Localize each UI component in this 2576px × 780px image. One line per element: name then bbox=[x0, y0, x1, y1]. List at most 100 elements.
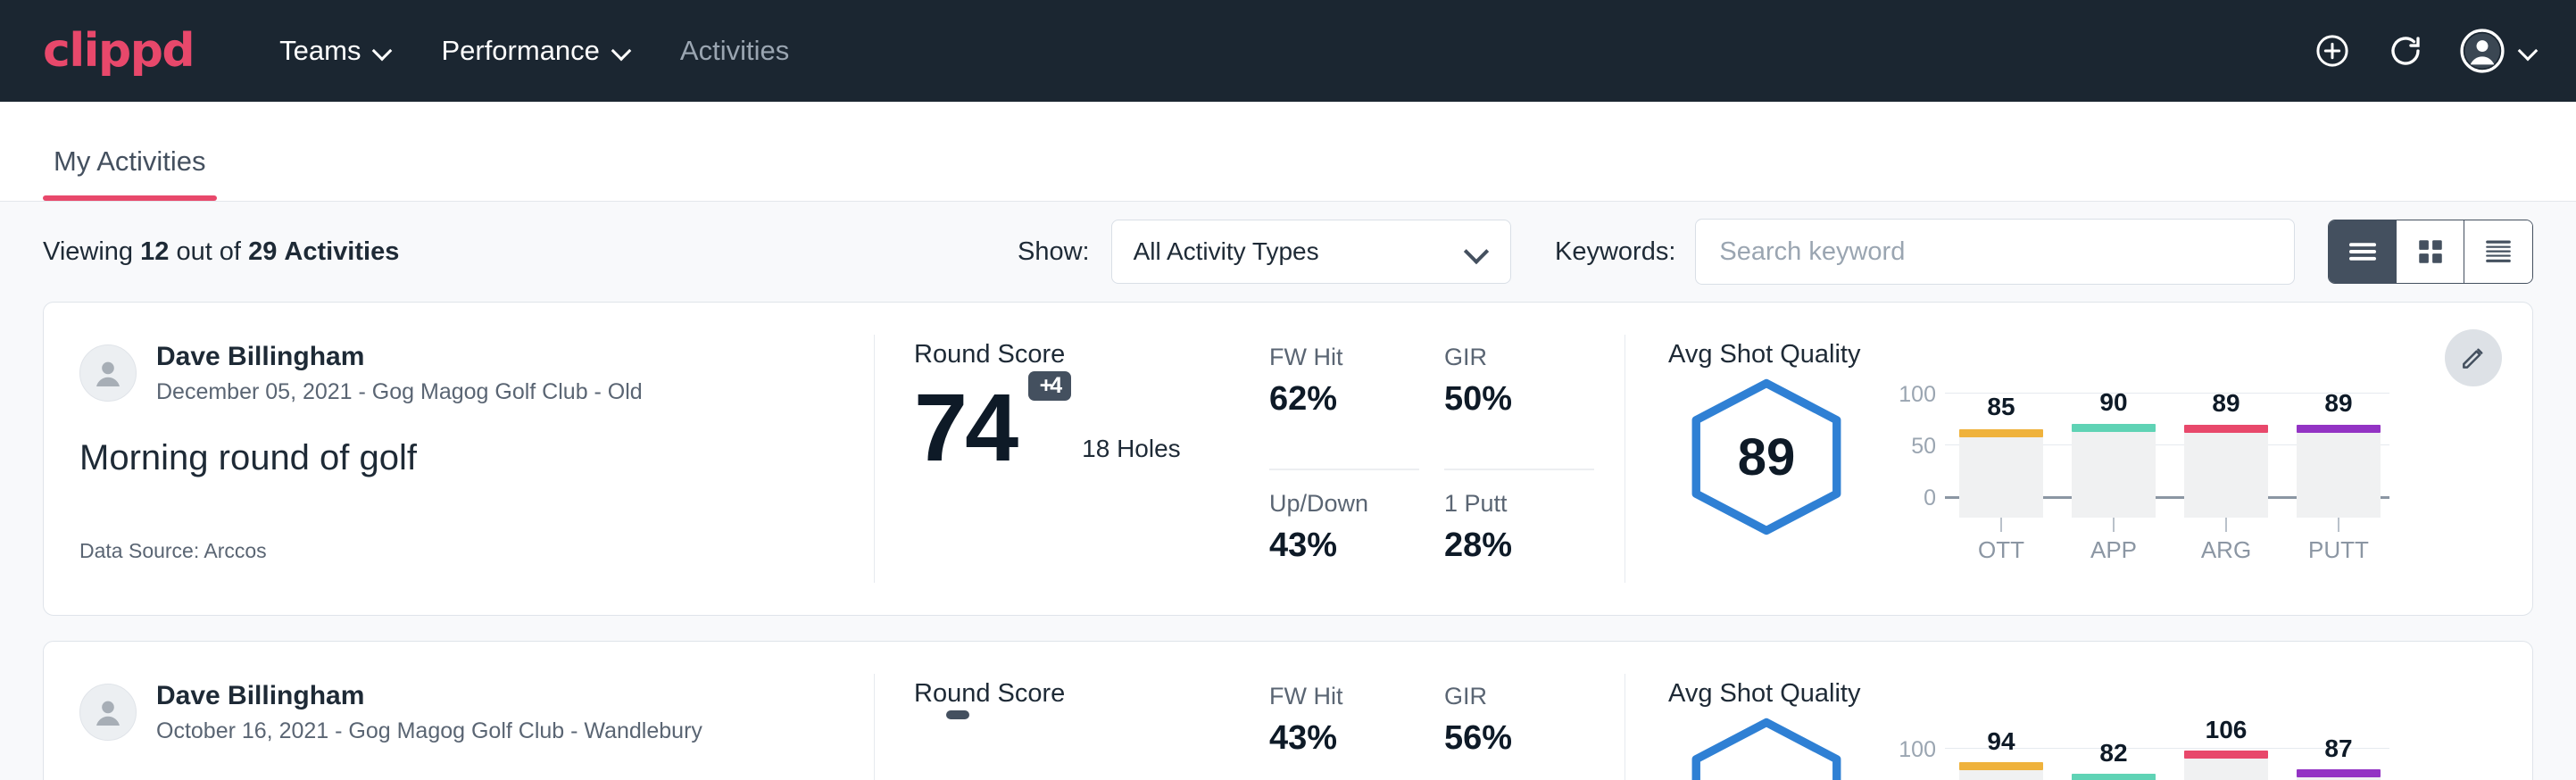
person-icon bbox=[89, 693, 127, 731]
shot-quality-column: Avg Shot Quality 100 94 bbox=[1625, 642, 2532, 780]
holes-played: 18 Holes bbox=[1082, 435, 1181, 470]
nav-item-activities-label: Activities bbox=[680, 35, 789, 67]
activity-data-source: Data Source: Arccos bbox=[79, 539, 267, 563]
activity-author: Dave Billingham December 05, 2021 - Gog … bbox=[79, 340, 838, 406]
activity-card[interactable]: Dave Billingham December 05, 2021 - Gog … bbox=[43, 302, 2533, 616]
round-score-column: Round Score 74 +4 18 Holes FW Hit 62% GI… bbox=[875, 303, 1625, 615]
x-axis-labels: OTT APP ARG PUTT bbox=[1959, 536, 2381, 564]
grid-view-button[interactable] bbox=[2397, 220, 2464, 283]
x-tick bbox=[2225, 518, 2227, 532]
list-view-button[interactable] bbox=[2329, 220, 2397, 283]
stat-up-down-label: Up/Down bbox=[1269, 490, 1419, 518]
bar-cap-putt bbox=[2297, 425, 2381, 433]
pencil-icon bbox=[2459, 344, 2488, 372]
nav-item-performance-label: Performance bbox=[441, 35, 599, 67]
bar-putt bbox=[2297, 425, 2381, 518]
activity-card[interactable]: Dave Billingham October 16, 2021 - Gog M… bbox=[43, 641, 2533, 780]
bar-value-app: 82 bbox=[2072, 739, 2156, 768]
activity-meta: October 16, 2021 - Gog Magog Golf Club -… bbox=[156, 717, 702, 746]
user-menu[interactable] bbox=[2460, 29, 2537, 73]
x-axis-ticks bbox=[1959, 518, 2381, 532]
filter-bar: Viewing 12 out of 29 Activities Show: Al… bbox=[0, 202, 2576, 302]
stat-fw-hit: FW Hit 43% bbox=[1269, 683, 1419, 780]
activity-info-column: Dave Billingham December 05, 2021 - Gog … bbox=[44, 303, 874, 615]
avg-shot-quality-value: 89 bbox=[1738, 427, 1796, 487]
grid-icon bbox=[2415, 236, 2446, 267]
stat-gir-label: GIR bbox=[1444, 683, 1594, 710]
viewing-suffix: Activities bbox=[284, 237, 399, 266]
activity-info-column: Dave Billingham October 16, 2021 - Gog M… bbox=[44, 642, 874, 780]
activity-meta: December 05, 2021 - Gog Magog Golf Club … bbox=[156, 378, 643, 407]
shot-quality-body: 89 100 50 0 85 bbox=[1668, 377, 2532, 564]
stat-up-down-value: 43% bbox=[1269, 527, 1419, 565]
bar-column-app: 90 bbox=[2072, 403, 2156, 518]
stat-gir-value: 50% bbox=[1444, 380, 1594, 419]
plus-circle-icon[interactable] bbox=[2314, 32, 2351, 70]
refresh-icon[interactable] bbox=[2387, 32, 2424, 70]
tab-bar: My Activities bbox=[0, 102, 2576, 202]
stat-gir: GIR 56% bbox=[1444, 683, 1594, 780]
bars-group: 94 82 106 bbox=[1959, 743, 2381, 780]
round-score-label: Round Score bbox=[914, 679, 1244, 709]
stat-up-down: Up/Down 43% bbox=[1269, 490, 1419, 615]
keywords-label: Keywords: bbox=[1555, 237, 1675, 267]
avg-shot-quality-label: Avg Shot Quality bbox=[1668, 340, 2532, 369]
bar-cap-ott bbox=[1959, 762, 2043, 770]
detail-list-icon bbox=[2482, 237, 2514, 266]
shot-quality-bar-chart: 100 50 0 85 90 bbox=[1890, 377, 2389, 564]
stat-fw-hit-value: 43% bbox=[1269, 719, 1419, 758]
viewing-middle: out of bbox=[176, 237, 241, 266]
avg-shot-quality-label: Avg Shot Quality bbox=[1668, 679, 2532, 709]
person-icon bbox=[89, 354, 127, 392]
search-input[interactable] bbox=[1695, 219, 2295, 285]
bar-cap-app bbox=[2072, 774, 2156, 780]
bar-app bbox=[2072, 424, 2156, 518]
activity-player-name: Dave Billingham bbox=[156, 679, 702, 713]
stat-fw-hit: FW Hit 62% bbox=[1269, 344, 1419, 470]
stat-fw-hit-label: FW Hit bbox=[1269, 344, 1419, 371]
bars-group: 85 90 89 bbox=[1959, 403, 2381, 518]
bar-cap-putt bbox=[2297, 769, 2381, 777]
x-label-ott: OTT bbox=[1959, 536, 2043, 564]
keywords-filter-group: Keywords: bbox=[1555, 219, 2295, 285]
x-label-putt: PUTT bbox=[2297, 536, 2381, 564]
bar-app bbox=[2072, 774, 2156, 780]
x-label-app: APP bbox=[2072, 536, 2156, 564]
bar-column-putt: 87 bbox=[2297, 743, 2381, 780]
tab-my-activities[interactable]: My Activities bbox=[43, 145, 217, 201]
chevron-down-icon bbox=[373, 42, 391, 60]
bar-putt bbox=[2297, 769, 2381, 780]
edit-activity-button[interactable] bbox=[2445, 329, 2502, 386]
nav-item-performance[interactable]: Performance bbox=[441, 35, 629, 67]
nav-item-activities[interactable]: Activities bbox=[680, 35, 789, 67]
bar-cap-arg bbox=[2184, 425, 2268, 433]
round-score-row: 74 +4 18 Holes bbox=[914, 384, 1244, 470]
stat-fw-hit-value: 62% bbox=[1269, 380, 1419, 419]
y-tick-0: 0 bbox=[1890, 485, 1936, 511]
avatar bbox=[79, 684, 137, 741]
primary-nav-links: Teams Performance Activities bbox=[279, 35, 789, 67]
activity-type-select-value: All Activity Types bbox=[1134, 237, 1319, 266]
activity-type-select[interactable]: All Activity Types bbox=[1111, 220, 1511, 284]
score-over-par-badge: +4 bbox=[1028, 371, 1072, 401]
bar-column-arg: 89 bbox=[2184, 403, 2268, 518]
bar-column-putt: 89 bbox=[2297, 403, 2381, 518]
view-mode-toggle-group bbox=[2328, 220, 2533, 284]
round-stats-grid: FW Hit 62% GIR 50% Up/Down 43% 1 Putt 28… bbox=[1269, 344, 1594, 615]
round-score-block: Round Score 74 +4 18 Holes bbox=[914, 340, 1244, 615]
nav-actions bbox=[2314, 0, 2537, 102]
chevron-down-icon bbox=[612, 42, 630, 60]
bar-value-ott: 94 bbox=[1959, 727, 2043, 756]
nav-item-teams[interactable]: Teams bbox=[279, 35, 391, 67]
detail-view-button[interactable] bbox=[2464, 220, 2532, 283]
avg-shot-quality-hexagon bbox=[1668, 716, 1865, 780]
bar-cap-arg bbox=[2184, 751, 2268, 759]
round-stats-grid: FW Hit 43% GIR 56% bbox=[1269, 683, 1594, 780]
viewing-prefix: Viewing bbox=[43, 237, 133, 266]
list-icon bbox=[2347, 238, 2379, 265]
activity-title: Morning round of golf bbox=[79, 438, 838, 478]
y-tick-50: 50 bbox=[1890, 434, 1936, 460]
app-logo[interactable]: clippd bbox=[43, 28, 194, 74]
viewing-count-text: Viewing 12 out of 29 Activities bbox=[43, 237, 399, 267]
chevron-down-icon bbox=[1466, 241, 1487, 262]
